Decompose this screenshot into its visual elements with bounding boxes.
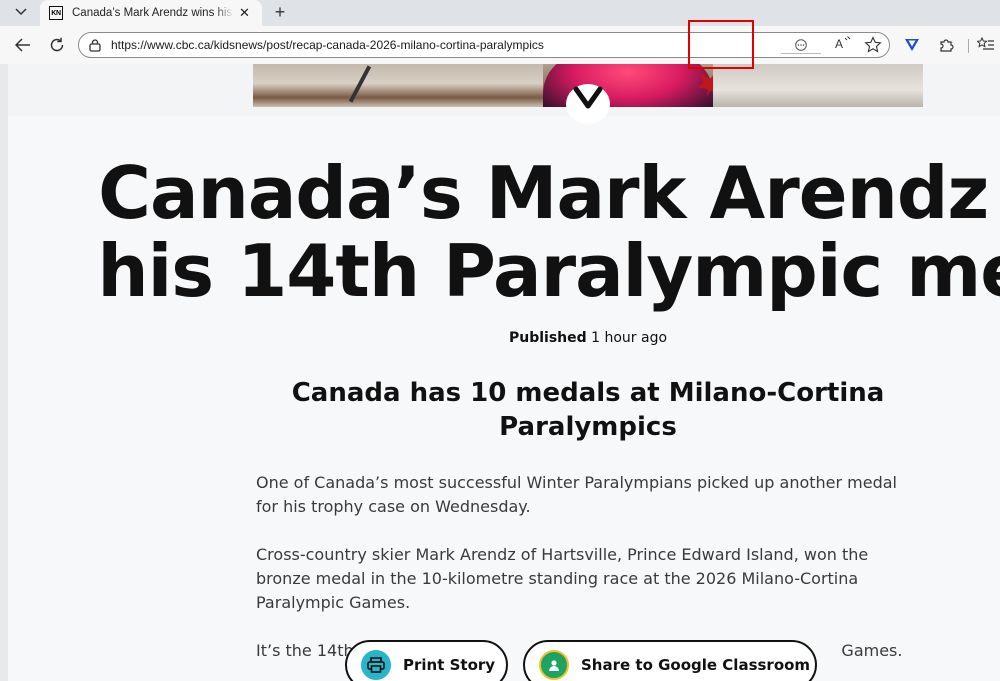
kidsnews-favicon-icon: KN (49, 6, 63, 20)
read-aloud-button[interactable]: A (835, 36, 853, 53)
svg-text:A: A (835, 37, 843, 50)
hero-image-right-region (713, 64, 923, 107)
web-page: Canada’s Mark Arendz w his 14th Paralymp… (0, 64, 1000, 681)
more-options-icon (795, 38, 807, 51)
back-arrow-icon (15, 38, 30, 52)
puzzle-icon (940, 39, 954, 52)
tab-close-icon[interactable]: ✕ (239, 5, 250, 21)
article-content: Canada’s Mark Arendz w his 14th Paralymp… (8, 116, 1000, 681)
favorites-bar-button[interactable] (976, 35, 996, 55)
print-story-button[interactable]: Print Story (345, 640, 508, 681)
address-bar[interactable]: https://www.cbc.ca/kidsnews/post/recap-c… (78, 32, 890, 58)
refresh-button[interactable] (46, 34, 68, 56)
article-paragraph: One of Canada’s most successful Winter P… (256, 473, 897, 516)
share-google-classroom-label: Share to Google Classroom (581, 656, 811, 674)
tab-list-button[interactable] (8, 1, 34, 23)
lock-icon (89, 38, 101, 52)
headline-line-1: Canada’s Mark Arendz w (98, 151, 1000, 235)
shield-v-icon (905, 39, 919, 51)
article-subheadline: Canada has 10 medals at Milano-Cortina P… (291, 378, 885, 442)
browser-toolbar: https://www.cbc.ca/kidsnews/post/recap-c… (0, 26, 1000, 64)
google-classroom-icon (539, 650, 569, 680)
published-label: Published (508, 330, 587, 346)
article-paragraph: Cross-country skier Mark Arendz of Harts… (256, 545, 869, 612)
print-icon (361, 650, 391, 680)
star-icon (864, 36, 882, 53)
chevron-down-icon (15, 8, 27, 16)
print-story-label: Print Story (403, 656, 496, 674)
extensions-button[interactable] (936, 35, 956, 55)
published-info: Published 1 hour ago (8, 330, 1000, 346)
headline-line-2: his 14th Paralympic med (97, 229, 1000, 313)
site-info-button[interactable] (87, 37, 103, 53)
url-text[interactable]: https://www.cbc.ca/kidsnews/post/recap-c… (111, 38, 544, 52)
more-actions-flyout[interactable] (781, 36, 821, 54)
toolbar-divider (968, 39, 969, 53)
new-tab-button[interactable]: + (269, 1, 291, 23)
published-time: 1 hour ago (591, 330, 668, 346)
share-google-classroom-button[interactable]: Share to Google Classroom (523, 640, 817, 681)
refresh-icon (50, 37, 64, 52)
active-tab[interactable]: KN Canada’s Mark Arendz wins his 14th ✕ (40, 0, 262, 26)
extension-shield-button[interactable] (902, 35, 922, 55)
hero-image-left-region (253, 64, 543, 107)
back-button[interactable] (12, 34, 34, 56)
tab-strip: KN Canada’s Mark Arendz wins his 14th ✕ … (0, 0, 1000, 26)
paragraph-end: Games. (841, 641, 903, 660)
paragraph-start: It’s the 14th (256, 641, 354, 660)
tab-title: Canada’s Mark Arendz wins his 14th (72, 7, 234, 19)
chevron-down-icon (573, 86, 603, 109)
page-side-frame (0, 64, 8, 681)
expand-image-button[interactable] (566, 84, 610, 124)
favorite-button[interactable] (864, 36, 882, 54)
read-aloud-icon: A (835, 36, 851, 51)
favorites-list-icon (977, 37, 994, 50)
article-headline: Canada’s Mark Arendz w his 14th Paralymp… (8, 154, 1000, 310)
